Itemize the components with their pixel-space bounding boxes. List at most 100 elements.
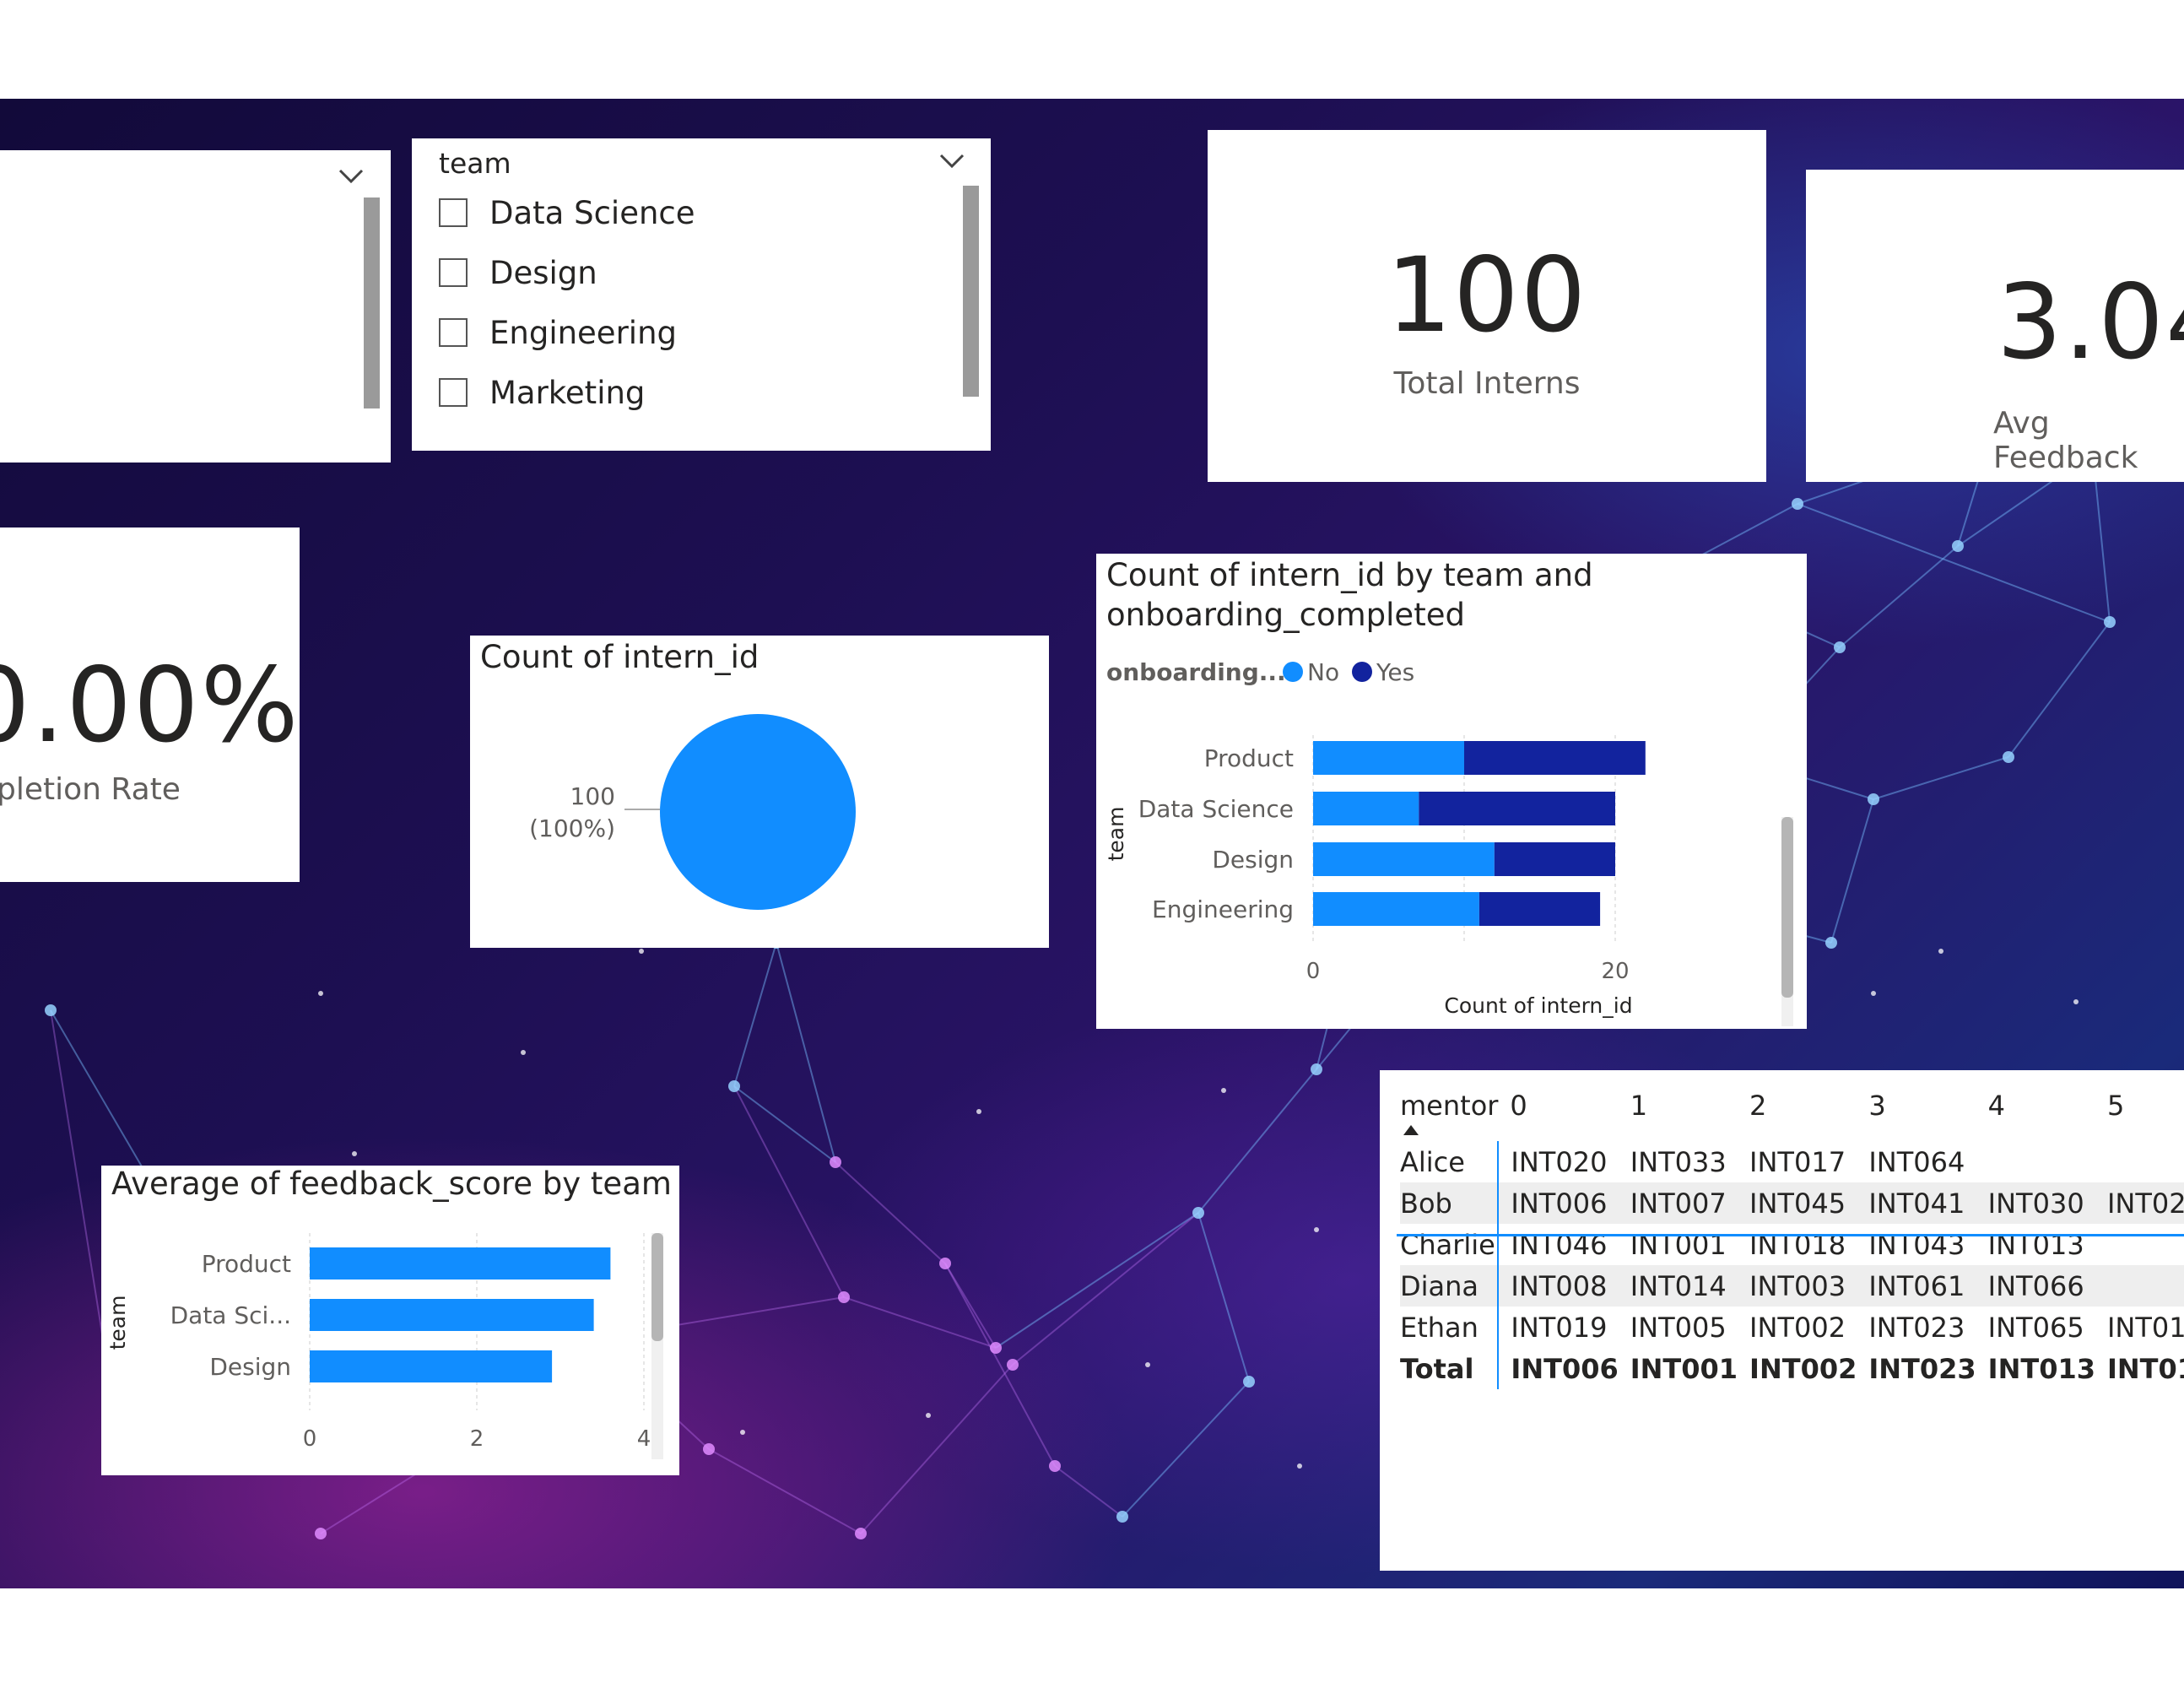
network-node: [939, 1258, 951, 1269]
bar-segment-no[interactable]: [1313, 741, 1464, 775]
checkbox[interactable]: [439, 318, 468, 347]
matrix-corner-header[interactable]: mentor: [1400, 1082, 1498, 1135]
pie-slice[interactable]: [660, 714, 856, 910]
matrix-cell[interactable]: INT033: [1619, 1141, 1738, 1182]
bar-segment-no[interactable]: [1313, 842, 1495, 876]
slicer-item-data-science[interactable]: Data Science: [439, 187, 695, 238]
matrix-column-header[interactable]: 2: [1738, 1082, 1857, 1129]
matrix-cell[interactable]: INT061: [1857, 1265, 1976, 1307]
matrix-cell[interactable]: [2095, 1141, 2184, 1182]
network-node: [855, 1528, 867, 1539]
matrix-cell[interactable]: INT015: [2095, 1307, 2184, 1348]
legend-marker[interactable]: [1283, 662, 1303, 682]
slicer-item-design[interactable]: Design: [439, 247, 597, 298]
legend-label[interactable]: Yes: [1376, 658, 1414, 686]
slicer-team-scrollbar[interactable]: [963, 186, 979, 397]
background-star: [1221, 1088, 1226, 1093]
matrix-table-card[interactable]: mentor 012345 Alice INT020 INT033 INT017 INT…: [1380, 1070, 2184, 1571]
matrix-cell[interactable]: INT045: [1738, 1182, 1857, 1224]
x-tick-label: 20: [1601, 959, 1629, 984]
matrix-row: Ethan INT019 INT005 INT002 INT023 INT065 INT01…: [1400, 1307, 2184, 1348]
x-tick-labels: 0 20: [1306, 959, 1630, 984]
matrix-cell[interactable]: INT020: [1498, 1141, 1618, 1182]
chevron-down-icon[interactable]: [338, 167, 365, 186]
matrix-column-header[interactable]: 1: [1619, 1082, 1738, 1129]
matrix-row-header[interactable]: Ethan: [1400, 1307, 1500, 1348]
matrix-cell[interactable]: INT007: [1619, 1182, 1738, 1224]
slicer-item-engineering[interactable]: Engineering: [439, 307, 677, 358]
matrix-cell[interactable]: INT030: [1976, 1182, 2095, 1224]
matrix-column-header[interactable]: 4: [1976, 1082, 2095, 1129]
matrix-total-label[interactable]: Total: [1400, 1348, 1500, 1389]
matrix-column-header[interactable]: 3: [1857, 1082, 1976, 1129]
sort-ascending-icon[interactable]: [1403, 1124, 1419, 1136]
matrix-cell[interactable]: INT023: [1857, 1348, 1976, 1389]
avg-feedback-chart-card[interactable]: Average of feedback_score by team Produc…: [101, 1166, 679, 1475]
pie-data-label-pct: (100%): [529, 814, 615, 842]
matrix-cell[interactable]: INT018: [1738, 1224, 1857, 1265]
bar[interactable]: [310, 1247, 611, 1280]
matrix-cell[interactable]: INT003: [1738, 1265, 1857, 1307]
background-star: [1314, 1227, 1319, 1232]
background-star: [1145, 1362, 1150, 1367]
checkbox[interactable]: [439, 378, 468, 407]
matrix-cell[interactable]: INT043: [1857, 1224, 1976, 1265]
chart-scrollbar-thumb[interactable]: [651, 1233, 663, 1341]
matrix-cell[interactable]: INT006: [1498, 1182, 1618, 1224]
matrix-cell[interactable]: INT014: [1619, 1265, 1738, 1307]
bar[interactable]: [310, 1350, 553, 1382]
slicer-left[interactable]: [0, 150, 391, 463]
matrix-cell[interactable]: INT002: [1738, 1348, 1857, 1389]
matrix-cell[interactable]: [2095, 1224, 2184, 1265]
checkbox[interactable]: [439, 258, 468, 287]
checkbox[interactable]: [439, 198, 468, 227]
slicer-item-marketing[interactable]: Marketing: [439, 367, 645, 418]
bar-segment-yes[interactable]: [1479, 892, 1601, 926]
matrix-cell[interactable]: INT002: [1738, 1307, 1857, 1348]
matrix-cell[interactable]: INT064: [1857, 1141, 1976, 1182]
matrix-row-header[interactable]: Diana: [1400, 1265, 1500, 1307]
bars: [1313, 741, 1646, 926]
slicer-left-scrollbar[interactable]: [364, 197, 380, 408]
matrix-cell[interactable]: INT041: [1857, 1182, 1976, 1224]
matrix-row-header[interactable]: Charlie: [1400, 1224, 1500, 1265]
slicer-item-label: Engineering: [489, 314, 677, 351]
matrix-cell[interactable]: INT017: [1738, 1141, 1857, 1182]
matrix-column-header[interactable]: 5: [2095, 1082, 2184, 1129]
matrix-cell[interactable]: INT019: [1498, 1307, 1618, 1348]
bar-segment-yes[interactable]: [1419, 792, 1615, 825]
bar-segment-yes[interactable]: [1494, 842, 1615, 876]
matrix-cell[interactable]: [1976, 1141, 2095, 1182]
bar-segment-no[interactable]: [1313, 892, 1479, 926]
matrix-cell[interactable]: INT013: [1976, 1224, 2095, 1265]
matrix-cell[interactable]: INT065: [1976, 1307, 2095, 1348]
matrix-cell[interactable]: INT013: [1976, 1348, 2095, 1389]
bar[interactable]: [310, 1299, 594, 1331]
legend-label[interactable]: No: [1307, 658, 1339, 686]
y-tick-label: Data Science: [1138, 795, 1294, 823]
matrix-row-header[interactable]: Alice: [1400, 1141, 1500, 1182]
matrix-cell[interactable]: INT023: [1857, 1307, 1976, 1348]
chart-scrollbar-thumb[interactable]: [1781, 817, 1793, 998]
matrix-cell[interactable]: INT005: [1619, 1307, 1738, 1348]
matrix-cell[interactable]: INT001: [1619, 1224, 1738, 1265]
kpi-label: Total Interns: [1393, 366, 1581, 401]
matrix-cell[interactable]: INT008: [1498, 1265, 1618, 1307]
chevron-down-icon[interactable]: [938, 152, 965, 170]
matrix-row-header[interactable]: Bob: [1400, 1182, 1500, 1224]
legend-marker[interactable]: [1352, 662, 1372, 682]
matrix-cell[interactable]: INT001: [1619, 1348, 1738, 1389]
pie-chart-card[interactable]: Count of intern_id 100 (100%): [470, 636, 1049, 948]
matrix-cell[interactable]: [2095, 1265, 2184, 1307]
matrix-cell[interactable]: INT066: [1976, 1265, 2095, 1307]
matrix-cell[interactable]: INT046: [1498, 1224, 1618, 1265]
stacked-bar-chart-card[interactable]: Count of intern_id by team and onboardin…: [1096, 554, 1807, 1029]
bar-segment-no[interactable]: [1313, 792, 1419, 825]
matrix-cell[interactable]: INT015: [2095, 1348, 2184, 1389]
matrix-cell[interactable]: INT025: [2095, 1182, 2184, 1224]
matrix-column-header[interactable]: 0: [1498, 1082, 1618, 1129]
matrix-row: Diana INT008 INT014 INT003 INT061 INT066: [1400, 1265, 2184, 1307]
matrix-cell[interactable]: INT006: [1498, 1348, 1618, 1389]
slicer-team[interactable]: team Data Science Design Engineering Mar…: [412, 138, 991, 451]
bar-segment-yes[interactable]: [1464, 741, 1646, 775]
